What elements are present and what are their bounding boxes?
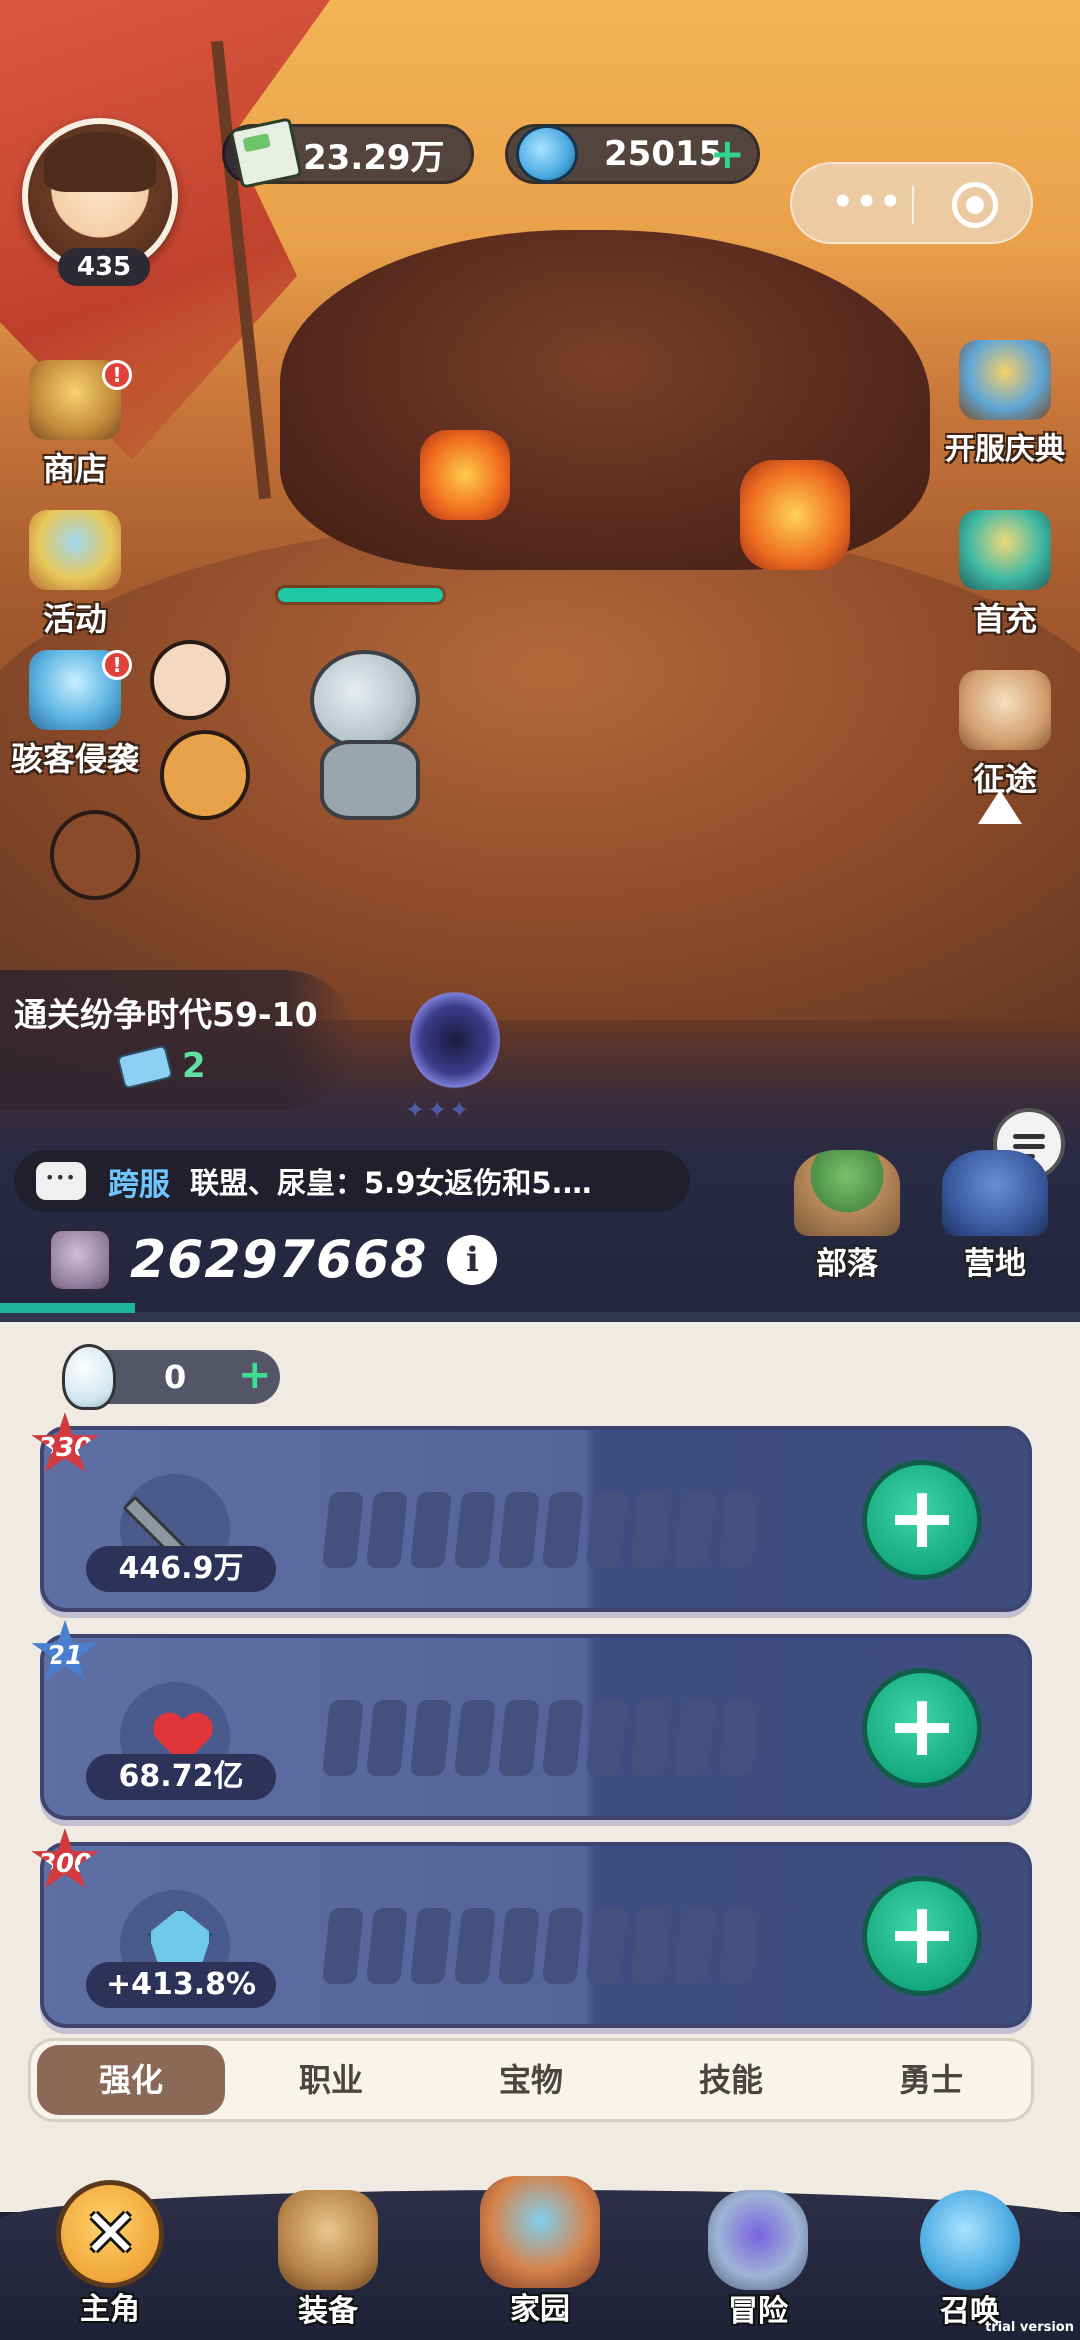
ticket-count: 2 [182,1046,206,1086]
nav-home-label: 家园 [510,2292,570,2327]
bulb-resource[interactable]: 0 + [62,1344,280,1410]
add-bulb-button[interactable]: + [238,1352,272,1398]
server-celebration-button[interactable]: 开服庆典 [930,340,1080,468]
party-member [160,730,250,820]
tab-class[interactable]: 职业 [237,2045,425,2115]
tribe-button[interactable]: 部落 [782,1150,912,1283]
lava-eye-left [420,430,510,520]
castle-icon [480,2176,600,2288]
nav-adventure[interactable]: 冒险 [668,2190,848,2330]
nav-home[interactable]: 家园 [450,2176,630,2328]
shop-button[interactable]: 商店 ! [0,360,150,490]
hacker-invasion-button[interactable]: 骇客侵袭 ! [0,650,150,780]
nav-hero-label: 主角 [80,2292,140,2327]
upgrade-segments [322,1492,760,1568]
nav-equipment-label: 装备 [298,2294,358,2329]
tab-strengthen[interactable]: 强化 [37,2045,225,2115]
player-level-badge: 435 [58,248,150,286]
exp-value: 23.29万 [303,137,445,178]
fist-icon [48,1228,112,1292]
tab-treasure[interactable]: 宝物 [437,2045,625,2115]
panel-progress-bar [0,1303,135,1313]
hp-value: 68.72亿 [86,1754,276,1800]
attack-value: 446.9万 [86,1546,276,1592]
exp-resource[interactable]: 23.29万 [222,117,474,189]
stage-title: 通关纷争时代59-10 [14,995,318,1034]
summon-orb-icon [920,2190,1020,2290]
first-recharge-button[interactable]: 首充 [930,510,1080,640]
party-member [50,810,140,900]
camp-icon [942,1150,1048,1236]
party-member [150,640,230,720]
expand-arrow-icon[interactable] [978,790,1022,824]
upgrade-tabs: 强化 职业 宝物 技能 勇士 [28,2038,1034,2122]
tab-warrior[interactable]: 勇士 [837,2045,1025,2115]
upgrade-segments [322,1908,760,1984]
hacker-alert-badge: ! [102,650,132,680]
activity-icon [29,510,121,590]
upgrade-attack-button[interactable]: + [862,1460,982,1580]
power-value: 26297668 [130,1230,428,1290]
info-icon[interactable]: i [447,1235,498,1285]
activity-button[interactable]: 活动 [0,510,150,640]
portal-stars: ✦✦✦ [405,1096,472,1124]
tab-skill[interactable]: 技能 [637,2045,825,2115]
ticket-icon [116,1044,174,1090]
crit-value: +413.8% [86,1962,276,2008]
bulb-count: 0 [164,1358,187,1396]
lightbulb-icon [62,1344,116,1410]
camp-button[interactable]: 营地 [930,1150,1060,1283]
journey-scroll-icon [959,670,1051,750]
boss-portal-icon[interactable] [410,990,500,1090]
close-miniprogram-icon[interactable] [952,182,998,228]
shop-alert-badge: ! [102,360,132,390]
avatar-hair [44,132,156,192]
camp-label: 营地 [964,1246,1026,1282]
portal-icon [708,2190,808,2290]
combat-power: 26297668 i [48,1228,498,1292]
nav-adventure-label: 冒险 [728,2294,788,2329]
tribe-hut-icon [794,1150,900,1236]
tribe-label: 部落 [816,1246,878,1282]
slingshot-icon [278,2190,378,2290]
lava-eye-right [740,460,850,570]
upgrade-card-crit: +413.8% + 300 [31,1828,1032,2028]
chat-bubble-icon [36,1162,86,1200]
chat-message: 联盟、尿皇：5.9女返伤和5.… [190,1166,592,1200]
miniprogram-capsule: ••• [790,162,1033,244]
hacker-invasion-label: 骇客侵袭 [10,740,139,778]
gem-resource[interactable]: 25015 + [505,124,760,184]
add-gems-button[interactable]: + [710,131,745,177]
enemy-hp-bar [278,588,443,602]
more-icon[interactable]: ••• [832,185,903,219]
first-recharge-icon [959,510,1051,590]
upgrade-card-hp: 68.72亿 + 21 [31,1620,1032,1820]
celebration-icon [959,340,1051,420]
nav-summon[interactable]: 召唤 [880,2190,1060,2330]
bottom-nav: ✕ 主角 装备 家园 冒险 召唤 [0,2176,1080,2340]
nav-hero[interactable]: ✕ 主角 [20,2180,200,2328]
upgrade-segments [322,1700,760,1776]
shop-label: 商店 [42,450,107,488]
stage-panel[interactable]: 通关纷争时代59-10 2 [0,970,355,1110]
server-celebration-label: 开服庆典 [945,432,1065,467]
upgrade-card-attack: 446.9万 + 330 [31,1412,1032,1612]
exp-scroll-icon [229,117,303,189]
upgrade-hp-button[interactable]: + [862,1668,982,1788]
first-recharge-label: 首充 [972,600,1037,638]
trial-watermark: trial version [985,2320,1074,2335]
nav-equipment[interactable]: 装备 [238,2190,418,2330]
gem-value: 25015 [604,134,723,174]
upgrade-crit-button[interactable]: + [862,1876,982,1996]
gem-icon [516,125,578,183]
capsule-divider [912,186,914,224]
close-icon: ✕ [56,2180,164,2288]
armored-knight-character [295,650,445,830]
chat-channel: 跨服 [108,1166,170,1203]
chat-bar[interactable]: 跨服 联盟、尿皇：5.9女返伤和5.… [14,1150,690,1212]
journey-button[interactable]: 征途 [930,670,1080,800]
activity-label: 活动 [42,600,107,638]
